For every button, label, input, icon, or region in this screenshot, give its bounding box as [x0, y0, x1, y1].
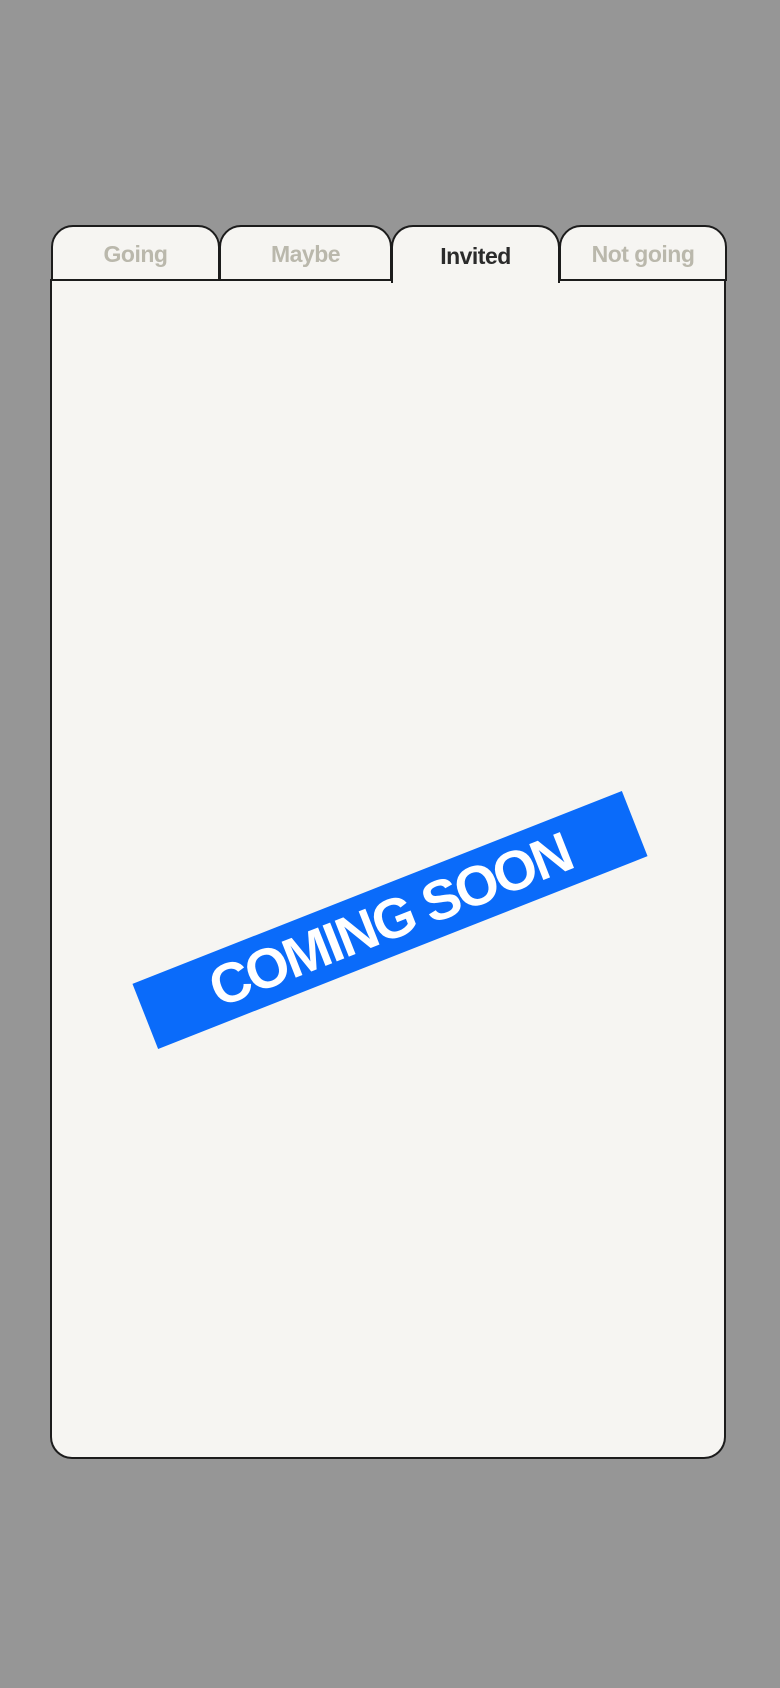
tab-going[interactable]: Going [51, 225, 220, 281]
tab-invited-label: Invited [440, 242, 511, 269]
tab-maybe-label: Maybe [270, 240, 341, 267]
tab-not-going[interactable]: Not going [559, 225, 727, 281]
tab-maybe[interactable]: Maybe [219, 225, 392, 281]
tab-invited[interactable]: Invited [391, 225, 560, 283]
tab-not-going-label: Not going [591, 240, 695, 267]
tab-going-label: Going [103, 240, 168, 267]
tab-content-panel [50, 279, 726, 1459]
